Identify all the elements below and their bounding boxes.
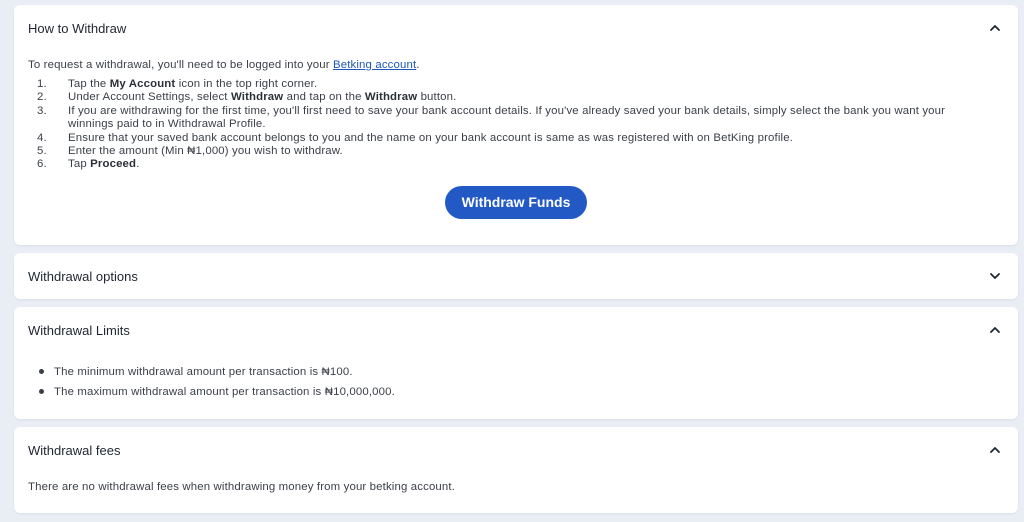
chevron-down-icon[interactable] <box>988 269 1002 283</box>
section-withdrawal-fees: Withdrawal fees There are no withdrawal … <box>14 427 1018 513</box>
section-header-withdrawal-fees[interactable]: Withdrawal fees <box>14 427 1018 473</box>
step-text: Ensure that your saved bank account belo… <box>68 131 793 144</box>
step-text: Tap the My Account icon in the top right… <box>68 78 318 90</box>
step-number: 5. <box>37 145 47 158</box>
section-header-withdrawal-limits[interactable]: Withdrawal Limits <box>14 307 1018 353</box>
section-withdrawal-limits: Withdrawal Limits The minimum withdrawal… <box>14 307 1018 419</box>
withdraw-funds-button[interactable]: Withdraw Funds <box>445 186 587 219</box>
steps-list: 1. Tap the My Account icon in the top ri… <box>28 78 993 172</box>
step-number: 6. <box>37 158 47 171</box>
step-item: 4. Ensure that your saved bank account b… <box>28 132 993 145</box>
section-header-how-to-withdraw[interactable]: How to Withdraw <box>14 5 1018 51</box>
chevron-up-icon[interactable] <box>988 21 1002 35</box>
step-number: 1. <box>37 78 47 90</box>
betking-account-link[interactable]: Betking account <box>333 59 416 71</box>
step-text: Tap Proceed. <box>68 158 140 171</box>
step-text: If you are withdrawing for the first tim… <box>68 104 946 131</box>
fees-text: There are no withdrawal fees when withdr… <box>28 481 456 493</box>
step-text: Under Account Settings, select Withdraw … <box>68 91 457 104</box>
bullet-icon <box>39 389 44 394</box>
step-item: 1. Tap the My Account icon in the top ri… <box>28 78 993 91</box>
intro-prefix: To request a withdrawal, you'll need to … <box>28 59 333 71</box>
section-withdrawal-options: Withdrawal options <box>14 253 1018 299</box>
step-item: 2. Under Account Settings, select Withdr… <box>28 91 993 104</box>
step-number: 3. <box>37 104 47 117</box>
step-item: 3. If you are withdrawing for the first … <box>28 105 993 132</box>
chevron-up-icon[interactable] <box>988 443 1002 457</box>
section-title: How to Withdraw <box>28 21 127 36</box>
list-item: The maximum withdrawal amount per transa… <box>38 385 395 405</box>
section-title: Withdrawal fees <box>28 443 121 458</box>
section-title: Withdrawal Limits <box>28 323 130 338</box>
limits-list: The minimum withdrawal amount per transa… <box>38 365 395 405</box>
intro-text: To request a withdrawal, you'll need to … <box>28 59 420 72</box>
step-number: 4. <box>37 131 47 144</box>
chevron-up-icon[interactable] <box>988 323 1002 337</box>
step-item: 6. Tap Proceed. <box>28 158 993 171</box>
intro-suffix: . <box>416 59 420 71</box>
section-header-withdrawal-options[interactable]: Withdrawal options <box>14 253 1018 299</box>
section-how-to-withdraw: How to Withdraw To request a withdrawal,… <box>14 5 1018 245</box>
list-item: The minimum withdrawal amount per transa… <box>38 365 395 385</box>
bullet-icon <box>39 369 44 374</box>
step-item: 5. Enter the amount (Min ₦1,000) you wis… <box>28 145 993 158</box>
step-number: 2. <box>37 91 47 104</box>
section-title: Withdrawal options <box>28 269 138 284</box>
step-text: Enter the amount (Min ₦1,000) you wish t… <box>68 145 343 158</box>
